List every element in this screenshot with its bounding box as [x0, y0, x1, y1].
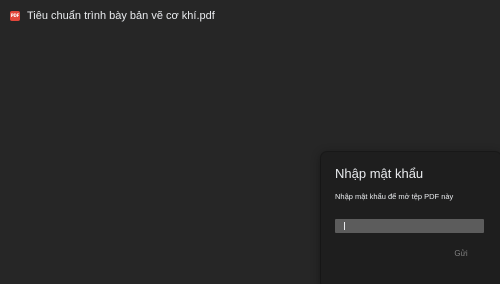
file-title: Tiêu chuẩn trình bày bản vẽ cơ khí.pdf	[27, 10, 215, 22]
text-cursor	[344, 222, 345, 230]
pdf-viewer: PDF Tiêu chuẩn trình bày bản vẽ cơ khí.p…	[0, 0, 500, 284]
pdf-file-icon: PDF	[10, 11, 20, 21]
password-dialog: Nhập mật khẩu Nhập mật khẩu để mở tệp PD…	[321, 152, 500, 284]
submit-button[interactable]: Gửi	[445, 245, 477, 261]
password-input[interactable]	[335, 219, 484, 233]
dialog-message: Nhập mật khẩu để mở tệp PDF này	[335, 192, 454, 201]
dialog-title: Nhập mật khẩu	[335, 166, 424, 181]
file-header: PDF Tiêu chuẩn trình bày bản vẽ cơ khí.p…	[10, 8, 215, 24]
